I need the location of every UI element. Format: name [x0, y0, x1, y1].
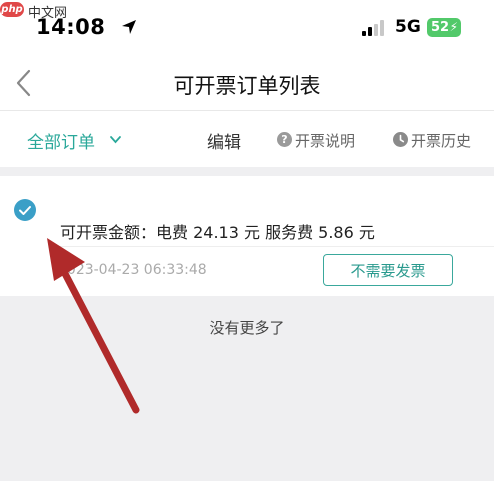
invoice-help-link[interactable]: 开票说明	[295, 130, 355, 151]
charging-bolt-icon: ⚡	[449, 20, 458, 34]
check-circle-icon[interactable]	[14, 199, 36, 221]
card-divider	[56, 246, 494, 247]
location-arrow-icon	[122, 20, 136, 34]
question-icon[interactable]: ?	[277, 132, 292, 147]
watermark-logo: php	[0, 2, 24, 17]
invoice-amount: 可开票金额：电费 24.13 元 服务费 5.86 元	[60, 223, 375, 242]
edit-button[interactable]: 编辑	[207, 128, 241, 153]
order-timestamp: 2023-04-23 06:33:48	[58, 262, 207, 278]
battery-level: 52	[431, 20, 450, 35]
status-time: 14:08	[36, 15, 106, 39]
no-invoice-button[interactable]: 不需要发票	[323, 254, 453, 286]
page-title: 可开票订单列表	[173, 74, 321, 98]
signal-icon	[362, 20, 384, 36]
network-type: 5G	[395, 17, 421, 37]
battery-icon: 52 ⚡	[427, 18, 461, 37]
header-divider	[0, 110, 494, 111]
order-filter-dropdown[interactable]: 全部订单	[27, 128, 95, 153]
invoice-history-link[interactable]: 开票历史	[411, 130, 471, 151]
chevron-down-icon[interactable]	[109, 135, 122, 145]
clock-icon[interactable]	[393, 132, 408, 147]
list-end-text: 没有更多了	[209, 319, 285, 337]
